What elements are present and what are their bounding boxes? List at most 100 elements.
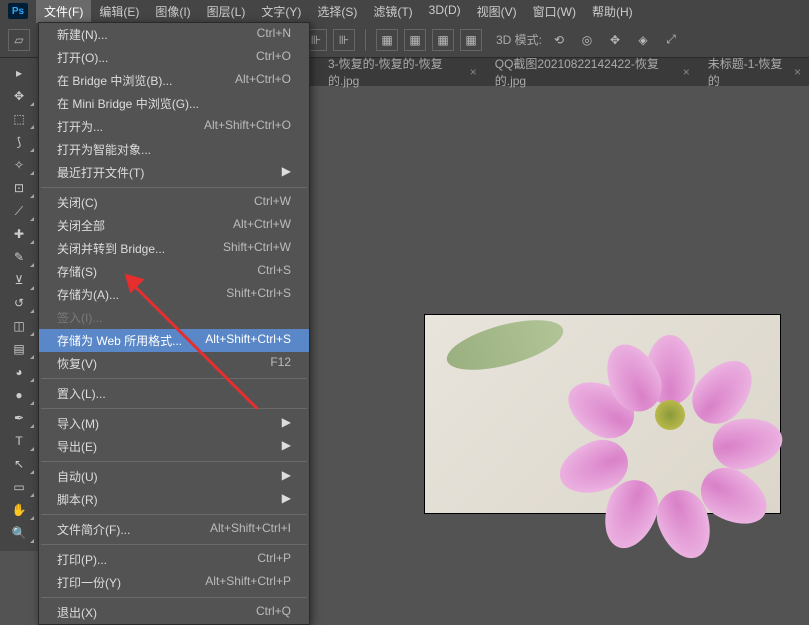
menu-item[interactable]: 关闭并转到 Bridge... Shift+Ctrl+W bbox=[39, 237, 309, 260]
lasso-tool[interactable]: ⟆ bbox=[3, 131, 35, 153]
eyedropper-tool[interactable]: ⟋ bbox=[3, 200, 35, 222]
menu-item[interactable]: 编辑(E) bbox=[91, 0, 147, 23]
hand-tool[interactable]: ✋ bbox=[3, 499, 35, 521]
menu-item[interactable]: 退出(X)Ctrl+Q bbox=[39, 601, 309, 624]
heal-tool[interactable]: ✚ bbox=[3, 223, 35, 245]
menu-item[interactable]: 存储为 Web 所用格式... Alt+Shift+Ctrl+S bbox=[39, 329, 309, 352]
menu-item[interactable]: 在 Mini Bridge 中浏览(G)... bbox=[39, 92, 309, 115]
canvas[interactable] bbox=[425, 315, 780, 513]
menu-item[interactable]: 打开为...Alt+Shift+Ctrl+O bbox=[39, 115, 309, 138]
document-tab[interactable]: QQ截图20210822142422-恢复的.jpg× bbox=[487, 51, 698, 93]
crop-tool[interactable]: ⊡ bbox=[3, 177, 35, 199]
tool-palette: ▸ ✥⬚⟆✧⊡⟋✚✎⊻↺◫▤◕●✒T↖▭✋🔍 bbox=[0, 58, 38, 551]
menu-item-label: 置入(L)... bbox=[57, 385, 106, 402]
menu-item[interactable]: 文字(Y) bbox=[253, 0, 309, 23]
menu-item[interactable]: 打开(O)...Ctrl+O bbox=[39, 46, 309, 69]
path-tool[interactable]: ↖ bbox=[3, 453, 35, 475]
menu-item[interactable]: 新建(N)...Ctrl+N bbox=[39, 23, 309, 46]
arrange-icon[interactable]: ▦ bbox=[432, 29, 454, 51]
menu-item[interactable]: 导出(E)▶ bbox=[39, 435, 309, 458]
document-tab[interactable]: 3-恢复的-恢复的-恢复的.jpg× bbox=[320, 51, 485, 93]
3d-icon[interactable]: ⟲ bbox=[548, 29, 570, 51]
3d-icon[interactable]: ⤢ bbox=[660, 29, 682, 51]
menu-item-label: 存储为(A)... bbox=[57, 286, 119, 303]
close-icon[interactable]: × bbox=[683, 65, 690, 79]
menu-item[interactable]: 关闭(C)Ctrl+W bbox=[39, 191, 309, 214]
3d-icon[interactable]: ◈ bbox=[632, 29, 654, 51]
shortcut-label: Alt+Shift+Ctrl+S bbox=[205, 332, 291, 349]
arrange-icon[interactable]: ▦ bbox=[460, 29, 482, 51]
menu-item-label: 文件简介(F)... bbox=[57, 521, 130, 538]
menu-item[interactable]: 打印(P)...Ctrl+P bbox=[39, 548, 309, 571]
menu-item[interactable]: 最近打开文件(T) ▶ bbox=[39, 161, 309, 184]
menu-item-label: 最近打开文件(T) bbox=[57, 164, 144, 181]
submenu-arrow-icon: ▶ bbox=[282, 438, 291, 455]
type-tool[interactable]: T bbox=[3, 430, 35, 452]
shortcut-label: Alt+Ctrl+O bbox=[235, 72, 291, 89]
dodge-tool[interactable]: ● bbox=[3, 384, 35, 406]
menu-item-label: 签入(I)... bbox=[57, 309, 102, 326]
menu-item[interactable]: 文件简介(F)... Alt+Shift+Ctrl+I bbox=[39, 518, 309, 541]
history-tool[interactable]: ↺ bbox=[3, 292, 35, 314]
menu-item-label: 存储为 Web 所用格式... bbox=[57, 332, 182, 349]
marquee-tool[interactable]: ⬚ bbox=[3, 108, 35, 130]
distribute-icon[interactable]: ⊪ bbox=[333, 29, 355, 51]
menu-item-label: 关闭并转到 Bridge... bbox=[57, 240, 165, 257]
menu-item[interactable]: 窗口(W) bbox=[525, 0, 584, 23]
menu-item[interactable]: 图像(I) bbox=[147, 0, 198, 23]
menu-item[interactable]: 3D(D) bbox=[421, 0, 469, 23]
menu-item-label: 打开为智能对象... bbox=[57, 141, 151, 158]
menu-item[interactable]: 恢复(V) F12 bbox=[39, 352, 309, 375]
move-tool[interactable]: ✥ bbox=[3, 85, 35, 107]
menu-item[interactable]: 导入(M)▶ bbox=[39, 412, 309, 435]
menu-item[interactable]: 视图(V) bbox=[469, 0, 525, 23]
tool-preset-icon[interactable]: ▱ bbox=[8, 29, 30, 51]
shortcut-label: Shift+Ctrl+W bbox=[223, 240, 291, 257]
arrange-icon[interactable]: ▦ bbox=[404, 29, 426, 51]
file-menu-dropdown: 新建(N)...Ctrl+N打开(O)...Ctrl+O在 Bridge 中浏览… bbox=[38, 22, 310, 625]
document-tab[interactable]: 未标题-1-恢复的× bbox=[700, 51, 809, 93]
rect-tool[interactable]: ▭ bbox=[3, 476, 35, 498]
3d-icon[interactable]: ✥ bbox=[604, 29, 626, 51]
menu-item[interactable]: 自动(U)▶ bbox=[39, 465, 309, 488]
menu-item-label: 新建(N)... bbox=[57, 26, 108, 43]
close-icon[interactable]: × bbox=[470, 65, 477, 79]
menu-item[interactable]: 打开为智能对象... bbox=[39, 138, 309, 161]
wand-tool[interactable]: ✧ bbox=[3, 154, 35, 176]
submenu-arrow-icon: ▶ bbox=[282, 164, 291, 181]
menu-item[interactable]: 滤镜(T) bbox=[365, 0, 420, 23]
menu-item[interactable]: 置入(L)... bbox=[39, 382, 309, 405]
arrange-icon[interactable]: ▦ bbox=[376, 29, 398, 51]
app-logo: Ps bbox=[8, 3, 28, 19]
menu-item[interactable]: 选择(S) bbox=[309, 0, 365, 23]
eraser-tool[interactable]: ◫ bbox=[3, 315, 35, 337]
menu-separator bbox=[41, 514, 307, 515]
gradient-tool[interactable]: ▤ bbox=[3, 338, 35, 360]
pen-tool[interactable]: ✒ bbox=[3, 407, 35, 429]
menu-item[interactable]: 在 Bridge 中浏览(B)...Alt+Ctrl+O bbox=[39, 69, 309, 92]
menu-item[interactable]: 文件(F) bbox=[36, 0, 91, 23]
menu-item: 签入(I)... bbox=[39, 306, 309, 329]
menu-separator bbox=[41, 408, 307, 409]
menu-item[interactable]: 关闭全部Alt+Ctrl+W bbox=[39, 214, 309, 237]
menu-separator bbox=[41, 187, 307, 188]
close-icon[interactable]: × bbox=[794, 65, 801, 79]
shortcut-label: Alt+Shift+Ctrl+I bbox=[210, 521, 291, 538]
menu-item[interactable]: 图层(L) bbox=[199, 0, 254, 23]
menu-separator bbox=[41, 597, 307, 598]
menu-item[interactable]: 存储为(A)...Shift+Ctrl+S bbox=[39, 283, 309, 306]
menu-item[interactable]: 帮助(H) bbox=[584, 0, 641, 23]
menu-separator bbox=[41, 544, 307, 545]
menu-item[interactable]: 存储(S)Ctrl+S bbox=[39, 260, 309, 283]
shortcut-label: F12 bbox=[270, 355, 291, 372]
stamp-tool[interactable]: ⊻ bbox=[3, 269, 35, 291]
menu-item[interactable]: 脚本(R)▶ bbox=[39, 488, 309, 511]
zoom-tool[interactable]: 🔍 bbox=[3, 522, 35, 544]
collapse-icon[interactable]: ▸ bbox=[3, 62, 35, 84]
3d-icon[interactable]: ◎ bbox=[576, 29, 598, 51]
brush-tool[interactable]: ✎ bbox=[3, 246, 35, 268]
blur-tool[interactable]: ◕ bbox=[3, 361, 35, 383]
image-content bbox=[442, 310, 568, 380]
menu-item-label: 恢复(V) bbox=[57, 355, 97, 372]
menu-item[interactable]: 打印一份(Y)Alt+Shift+Ctrl+P bbox=[39, 571, 309, 594]
